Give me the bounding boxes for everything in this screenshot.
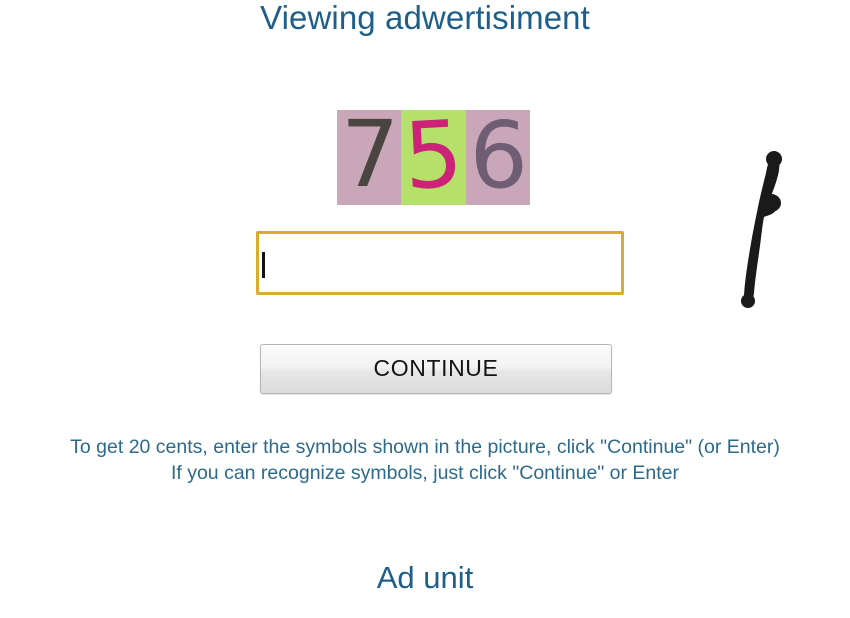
ad-unit-label: Ad unit bbox=[376, 560, 474, 595]
captcha-symbol: 7 bbox=[340, 110, 400, 205]
page-title: Viewing adwertisiment bbox=[260, 0, 590, 36]
captcha-answer-input[interactable] bbox=[256, 231, 624, 295]
instructions-line-1: To get 20 cents, enter the symbols shown… bbox=[70, 436, 780, 458]
instructions-line-2: If you can recognize symbols, just click… bbox=[170, 462, 680, 484]
captcha-cell: 7 bbox=[337, 110, 402, 205]
ink-stroke bbox=[741, 151, 782, 308]
ad-body: 7 5 6 CONTINUE To get 20 cents, enter th… bbox=[0, 97, 850, 540]
instructions-text: To get 20 cents, enter the symbols shown… bbox=[0, 434, 850, 486]
page-header: Viewing adwertisiment bbox=[0, 0, 850, 96]
continue-button[interactable]: CONTINUE bbox=[260, 344, 612, 394]
captcha-cell: 5 bbox=[401, 110, 466, 205]
ad-page: Viewing adwertisiment 7 5 6 CONTINUE To … bbox=[0, 0, 850, 618]
captcha-cell: 6 bbox=[465, 110, 530, 205]
captcha-symbol: 6 bbox=[469, 110, 529, 205]
captcha-image: 7 5 6 bbox=[337, 110, 530, 205]
captcha-symbol: 5 bbox=[401, 110, 466, 205]
captcha-answer-wrapper bbox=[256, 231, 624, 295]
page-footer: Ad unit bbox=[0, 541, 850, 618]
